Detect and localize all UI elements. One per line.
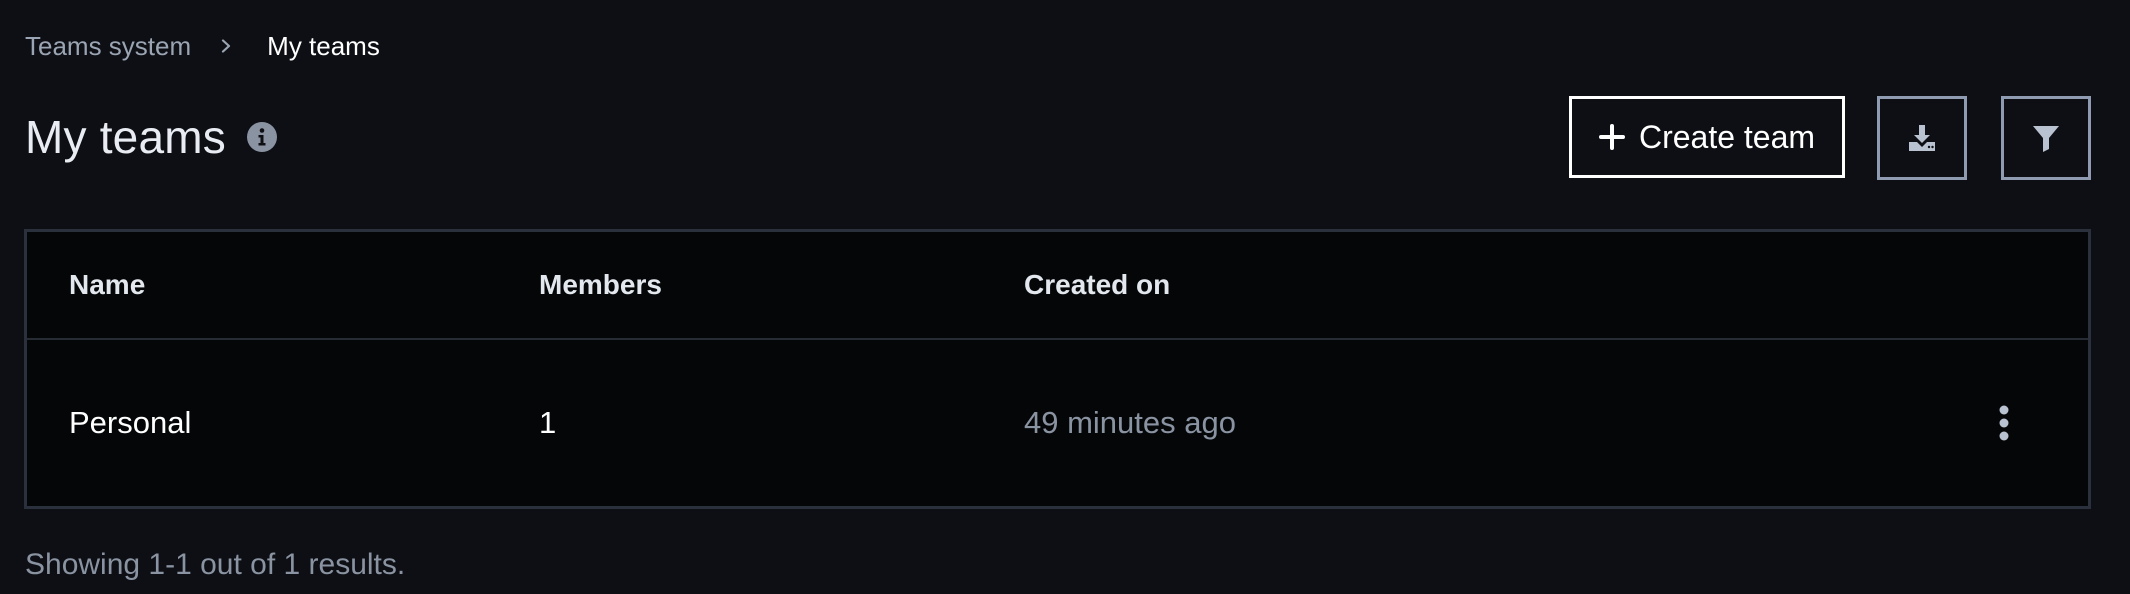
column-header-name[interactable]: Name <box>69 232 145 338</box>
breadcrumb: Teams system My teams <box>25 30 380 62</box>
table-header: Name Members Created on <box>27 232 2088 340</box>
info-icon[interactable] <box>246 121 278 153</box>
download-button[interactable] <box>1877 96 1967 180</box>
column-header-members[interactable]: Members <box>539 232 662 338</box>
page-title: My teams <box>25 111 226 163</box>
table-row[interactable]: Personal 1 49 minutes ago <box>27 340 2088 506</box>
plus-icon <box>1598 124 1625 150</box>
team-members-cell: 1 <box>539 405 557 440</box>
team-name-cell[interactable]: Personal <box>69 340 191 506</box>
teams-table: Name Members Created on Personal 1 49 mi… <box>24 229 2091 509</box>
download-icon <box>1906 122 1938 154</box>
breadcrumb-current: My teams <box>267 30 380 61</box>
breadcrumb-teams-system-link[interactable]: Teams system <box>25 31 191 62</box>
team-created-on-cell: 49 minutes ago <box>1024 405 1236 440</box>
create-team-label: Create team <box>1638 118 1816 155</box>
kebab-menu-icon[interactable] <box>1994 403 2014 443</box>
filter-icon <box>2030 122 2062 154</box>
create-team-button[interactable]: Create team <box>1569 96 1845 178</box>
page-header: My teams <box>25 110 278 164</box>
pagination-summary: Showing 1-1 out of 1 results. <box>25 548 406 581</box>
chevron-right-icon <box>219 39 233 53</box>
filter-button[interactable] <box>2001 96 2091 180</box>
column-header-created-on[interactable]: Created on <box>1024 232 1170 338</box>
